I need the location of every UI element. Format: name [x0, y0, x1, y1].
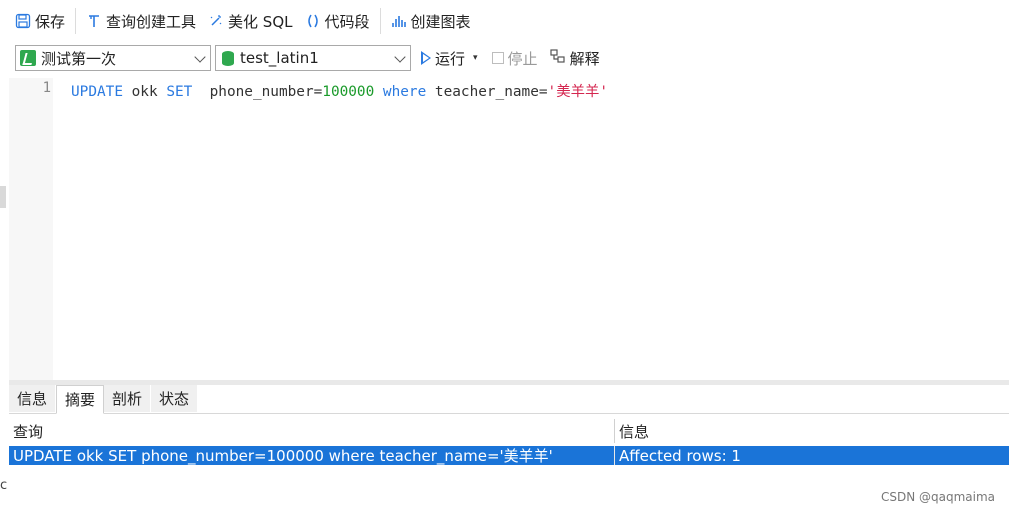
- run-label: 运行: [435, 49, 466, 68]
- string-literal: '美羊羊': [547, 84, 609, 100]
- query-builder-label: 查询创建工具: [106, 12, 197, 31]
- explain-icon: [549, 48, 566, 68]
- tab-profile[interactable]: 剖析: [104, 385, 152, 412]
- keyword-update: UPDATE: [71, 84, 123, 100]
- magic-wand-icon: [208, 13, 224, 29]
- chevron-down-icon: [394, 51, 406, 63]
- toolbar-divider: [379, 8, 381, 34]
- query-controls: 测试第一次 test_latin1 运行 ▾ 停止 解释: [9, 42, 1009, 74]
- result-grid: 查询 信息 UPDATE okk SET phone_number=100000…: [9, 414, 1009, 516]
- beautify-sql-button[interactable]: 美化 SQL: [202, 6, 298, 36]
- save-label: 保存: [35, 12, 66, 31]
- number-literal: 100000: [322, 84, 375, 100]
- save-icon: [15, 13, 31, 29]
- column-header-info[interactable]: 信息: [615, 419, 1009, 443]
- stop-button[interactable]: 停止: [491, 48, 538, 69]
- chart-icon: [391, 13, 407, 29]
- connection-value: 测试第一次: [41, 49, 117, 68]
- toolbar: 保存 查询创建工具 美化 SQL 代码段 创建图表: [9, 0, 1009, 42]
- run-button[interactable]: 运行 ▾: [421, 48, 478, 69]
- stop-label: 停止: [507, 49, 538, 68]
- stop-icon: [491, 52, 504, 64]
- keyword-set: SET: [166, 84, 193, 100]
- table-row[interactable]: UPDATE okk SET phone_number=100000 where…: [9, 446, 1009, 465]
- line-gutter: 1: [9, 78, 53, 380]
- query-builder-icon: [86, 13, 102, 29]
- table-name: okk: [122, 84, 167, 100]
- keyword-where: where: [374, 84, 427, 100]
- cell-info[interactable]: Affected rows: 1: [615, 446, 1009, 465]
- watermark: CSDN @qaqmaima: [880, 490, 995, 504]
- result-tabs: 信息 摘要 剖析 状态: [9, 385, 1009, 414]
- left-text-fragment: c: [0, 478, 8, 493]
- explain-label: 解释: [569, 49, 600, 68]
- sql-code-line[interactable]: UPDATE okk SET phone_number=100000 where…: [71, 80, 608, 101]
- column-header-query[interactable]: 查询: [9, 419, 615, 443]
- database-select[interactable]: test_latin1: [215, 45, 411, 71]
- panel-scroll-mark: [0, 186, 6, 208]
- dropdown-arrow-icon[interactable]: ▾: [473, 53, 478, 63]
- database-icon: [222, 50, 234, 66]
- column-teacher: teacher_name=: [426, 84, 548, 100]
- sql-editor[interactable]: 1 UPDATE okk SET phone_number=100000 whe…: [9, 78, 1009, 380]
- left-panel-edge: c: [0, 0, 9, 516]
- toolbar-divider: [75, 8, 77, 34]
- chevron-down-icon: [194, 51, 206, 63]
- line-number: 1: [42, 80, 51, 96]
- query-builder-button[interactable]: 查询创建工具: [80, 6, 202, 36]
- snippet-button[interactable]: 代码段: [299, 6, 376, 36]
- beautify-sql-label: 美化 SQL: [228, 12, 293, 31]
- tab-summary[interactable]: 摘要: [56, 385, 105, 414]
- tab-info[interactable]: 信息: [9, 385, 57, 412]
- connection-select[interactable]: 测试第一次: [15, 45, 211, 71]
- explain-button[interactable]: 解释: [549, 48, 600, 69]
- save-button[interactable]: 保存: [9, 6, 71, 36]
- database-value: test_latin1: [240, 49, 319, 67]
- cell-query[interactable]: UPDATE okk SET phone_number=100000 where…: [9, 446, 615, 465]
- grid-header: 查询 信息: [9, 419, 1009, 443]
- create-chart-button[interactable]: 创建图表: [385, 6, 477, 36]
- parentheses-icon: [305, 13, 321, 29]
- tab-status[interactable]: 状态: [151, 385, 199, 412]
- play-icon: [421, 51, 431, 65]
- create-chart-label: 创建图表: [410, 12, 471, 31]
- connection-icon: [20, 50, 36, 66]
- snippet-label: 代码段: [324, 12, 370, 31]
- column-phone: phone_number=: [192, 84, 323, 100]
